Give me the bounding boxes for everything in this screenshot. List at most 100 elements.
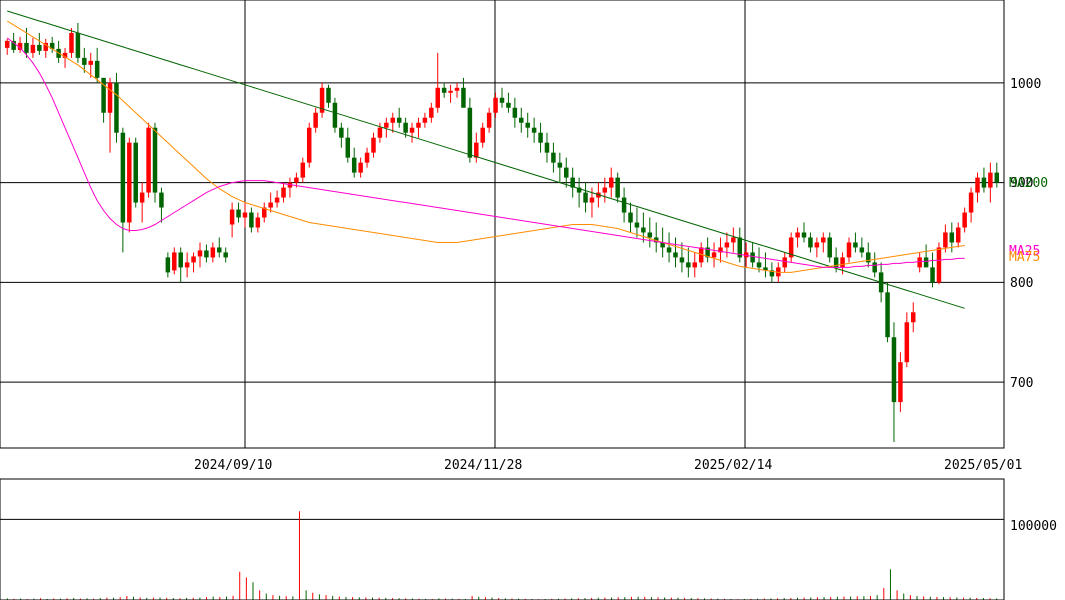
candle-body — [801, 232, 807, 238]
candle-body — [602, 187, 608, 193]
candle-body — [178, 252, 183, 268]
candle-body — [159, 192, 164, 208]
candle-body — [191, 256, 196, 263]
candle-body — [673, 252, 678, 258]
candle-body — [724, 242, 730, 248]
candle-body — [30, 44, 36, 53]
candle-body — [557, 162, 563, 168]
date-tick-label: 2024/09/10 — [194, 458, 272, 473]
candle-body — [435, 87, 440, 108]
candle-body — [846, 242, 852, 258]
candle-body — [519, 117, 524, 123]
candle-body — [422, 117, 428, 123]
candle-body — [486, 112, 492, 128]
stock-chart: 1000 900 800 700 MA200 MA25 MA75 2024/09… — [0, 0, 1065, 600]
candle-body — [75, 32, 81, 58]
candle-body — [917, 257, 922, 268]
candle-body — [608, 177, 614, 188]
candle-body — [821, 237, 826, 243]
candle-body — [114, 82, 119, 133]
candle-body — [955, 227, 961, 243]
candle-body — [223, 252, 228, 258]
candle-body — [184, 262, 190, 268]
candle-body — [975, 177, 980, 193]
candle-body — [525, 122, 530, 128]
candle-body — [69, 32, 74, 53]
candle-body — [409, 127, 415, 133]
candle-body — [37, 44, 42, 51]
candle-body — [968, 192, 974, 213]
candle-body — [692, 262, 698, 268]
candle-body — [229, 209, 235, 225]
candle-body — [853, 242, 858, 248]
candle-body — [461, 87, 466, 108]
candle-body — [923, 257, 929, 268]
candle-body — [274, 197, 280, 203]
candle-body — [332, 102, 338, 128]
candle-body — [197, 250, 203, 257]
candle-body — [564, 167, 569, 178]
candle-body — [686, 262, 691, 268]
candle-body — [88, 60, 93, 65]
candle-body — [666, 247, 672, 253]
candle-body — [731, 237, 736, 243]
candle-body — [358, 162, 363, 173]
date-tick-label: 2024/11/28 — [444, 458, 522, 473]
candle-body — [544, 142, 550, 153]
candle-body — [782, 257, 787, 268]
candle-body — [236, 209, 241, 218]
candle-body — [994, 172, 1000, 183]
candle-body — [814, 242, 820, 248]
candle-body — [448, 90, 453, 93]
candle-body — [679, 257, 685, 263]
candle-body — [808, 237, 813, 248]
candle-body — [326, 87, 331, 103]
ma5-legend-label: MA75 — [1009, 250, 1040, 265]
candle-body — [911, 312, 916, 323]
candle-body — [300, 162, 306, 178]
candle-body — [634, 222, 640, 228]
candle-body — [441, 87, 447, 93]
price-tick-label: 1000 — [1010, 77, 1041, 92]
ma200-legend-label: MA200 — [1009, 176, 1048, 191]
candle-body — [988, 172, 993, 188]
candle-body — [621, 197, 627, 213]
candle-body — [499, 97, 505, 103]
candle-body — [24, 42, 29, 53]
candle-body — [255, 217, 261, 228]
candle-body — [4, 40, 10, 48]
candle-body — [172, 252, 177, 271]
candle-body — [306, 127, 312, 163]
candle-body — [249, 212, 254, 228]
candle-body — [641, 227, 646, 233]
price-tick-label: 700 — [1010, 376, 1033, 391]
candle-body — [133, 142, 138, 203]
candle-body — [962, 212, 967, 228]
candle-body — [885, 292, 890, 338]
candle-body — [396, 117, 402, 123]
candle-body — [429, 107, 434, 118]
candle-body — [416, 122, 421, 128]
candle-body — [583, 192, 588, 203]
candle-body — [551, 152, 556, 163]
candle-body — [377, 127, 383, 138]
candle-body — [493, 97, 498, 113]
candle-body — [339, 127, 344, 138]
candle-body — [127, 142, 132, 223]
candle-body — [898, 362, 903, 403]
candle-body — [750, 252, 755, 263]
candle-body — [120, 132, 126, 223]
candle-body — [904, 322, 910, 363]
candle-body — [756, 262, 762, 268]
candle-body — [538, 132, 543, 143]
candle-body — [313, 112, 318, 128]
candle-body — [94, 60, 100, 78]
candle-body — [384, 122, 389, 128]
candle-body — [474, 142, 479, 158]
candle-body — [390, 117, 396, 123]
candle-body — [981, 177, 987, 188]
candle-body — [403, 122, 408, 133]
candle-body — [217, 247, 222, 253]
candle-body — [930, 267, 935, 283]
candle-body — [364, 152, 370, 163]
